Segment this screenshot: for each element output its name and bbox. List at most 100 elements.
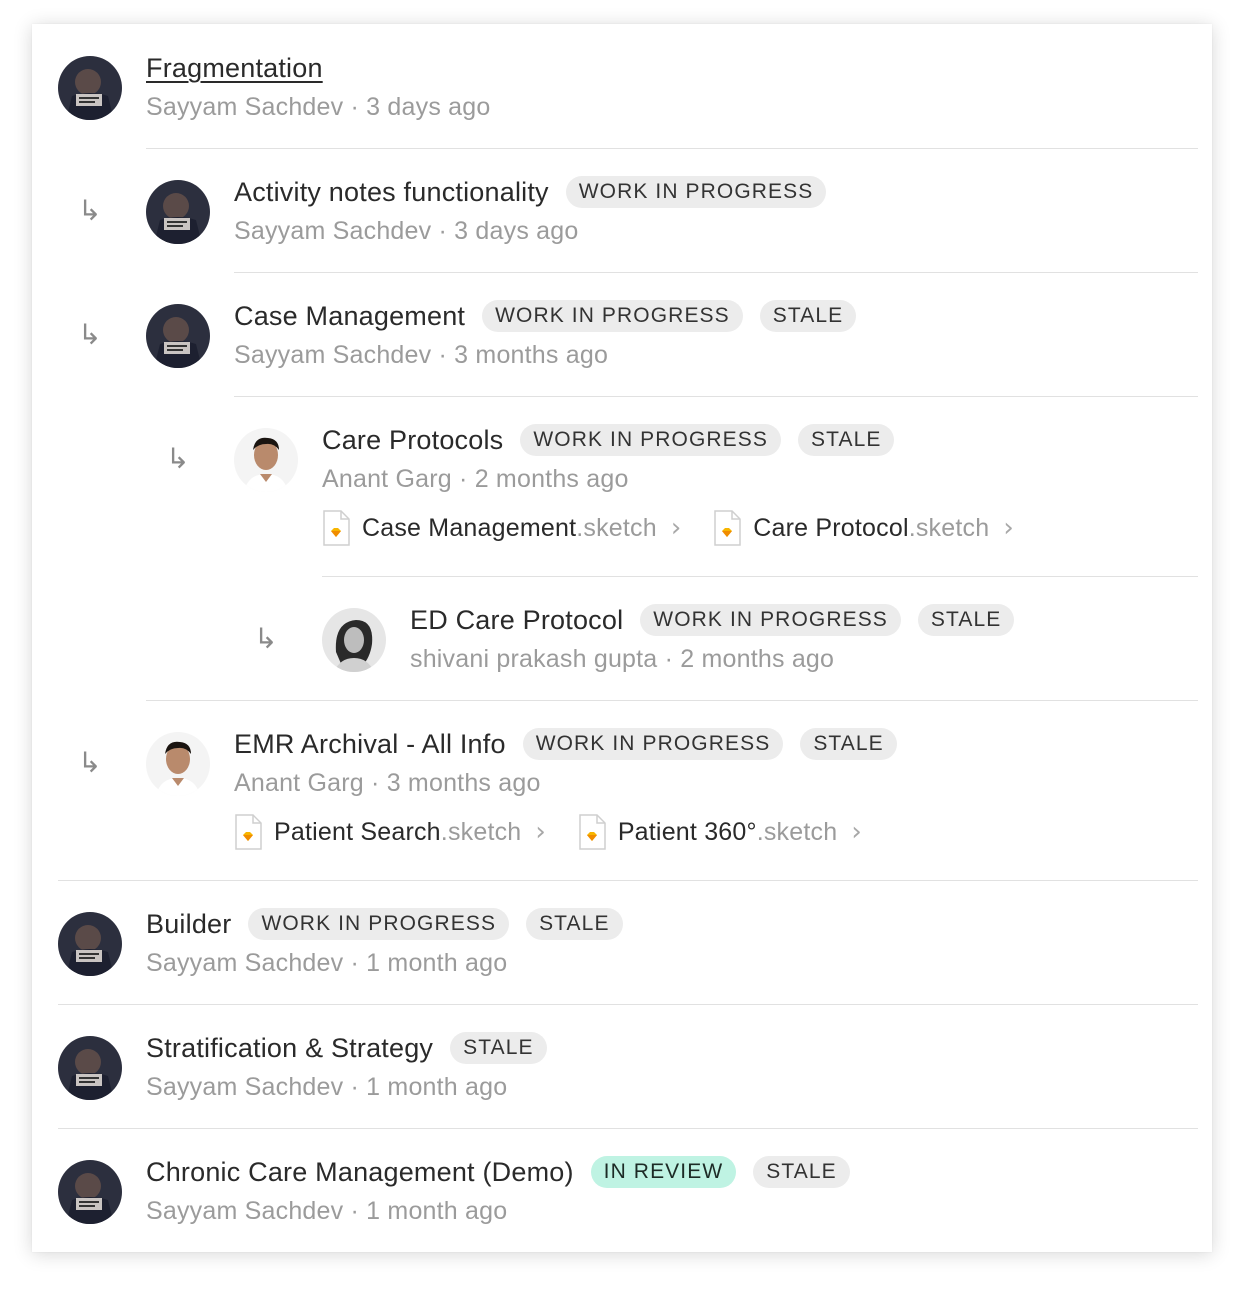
- item-title[interactable]: Activity notes functionality: [234, 175, 549, 209]
- item-meta: Sayyam Sachdev · 1 month ago: [146, 1196, 507, 1226]
- item-title[interactable]: Chronic Care Management (Demo): [146, 1155, 574, 1189]
- item-meta: Sayyam Sachdev · 3 days ago: [146, 92, 491, 122]
- file-extension: .sketch: [440, 817, 522, 846]
- divider: [234, 396, 1198, 397]
- item-time: 3 months ago: [454, 341, 609, 369]
- file-extension: .sketch: [908, 513, 990, 542]
- item-title[interactable]: Case Management: [234, 299, 465, 333]
- item-title[interactable]: EMR Archival - All Info: [234, 727, 506, 761]
- item-meta: Sayyam Sachdev · 1 month ago: [146, 948, 507, 978]
- avatar: [58, 1160, 122, 1224]
- chevron-right-icon: ›: [1003, 513, 1014, 543]
- file-link[interactable]: Case Management .sketch ›: [322, 510, 681, 546]
- divider: [234, 272, 1198, 273]
- child-arrow-icon: ↳: [78, 318, 102, 351]
- chevron-right-icon: ›: [670, 513, 682, 543]
- file-name: Patient Search: [274, 817, 441, 846]
- item-time: 1 month ago: [366, 1197, 508, 1225]
- item-time: 3 months ago: [386, 769, 541, 797]
- status-badge-stale: STALE: [450, 1032, 547, 1064]
- item-meta: Sayyam Sachdev · 1 month ago: [146, 1072, 507, 1102]
- avatar: [146, 304, 210, 368]
- item-author: Sayyam Sachdev: [234, 341, 432, 369]
- divider: [58, 1128, 1198, 1129]
- item-time: 2 months ago: [680, 645, 835, 673]
- item-author: Anant Garg: [322, 465, 452, 493]
- file-name: Care Protocol: [753, 513, 909, 542]
- avatar: [234, 428, 298, 492]
- item-meta: Anant Garg · 2 months ago: [322, 464, 629, 494]
- item-title-line: Case Management WORK IN PROGRESS STALE: [234, 299, 857, 333]
- item-title-line: Stratification & Strategy STALE: [146, 1031, 547, 1065]
- avatar: [146, 732, 210, 796]
- status-badge-stale: STALE: [526, 908, 623, 940]
- item-title-line: Care Protocols WORK IN PROGRESS STALE: [322, 423, 895, 457]
- child-arrow-icon: ↳: [78, 746, 102, 779]
- file-name: Patient 360°: [617, 817, 757, 846]
- item-title[interactable]: ED Care Protocol: [410, 603, 623, 637]
- avatar: [58, 56, 122, 120]
- version-tree-card: Fragmentation Sayyam Sachdev · 3 days ag…: [32, 24, 1212, 1252]
- file-link[interactable]: Patient 360° .sketch ›: [578, 814, 862, 850]
- divider: [146, 148, 1198, 149]
- sketch-file-icon: [714, 510, 741, 546]
- item-time: 2 months ago: [474, 465, 629, 493]
- chevron-right-icon: ›: [851, 817, 862, 847]
- child-arrow-icon: ↳: [254, 622, 278, 655]
- item-title[interactable]: Stratification & Strategy: [146, 1031, 433, 1065]
- meta-separator: ·: [343, 1073, 367, 1101]
- meta-separator: ·: [431, 341, 455, 369]
- item-meta: Sayyam Sachdev · 3 months ago: [234, 340, 608, 370]
- avatar: [58, 1036, 122, 1100]
- item-time: 3 days ago: [366, 93, 491, 121]
- sketch-file-icon: [579, 814, 606, 850]
- divider: [322, 576, 1198, 577]
- item-title[interactable]: Builder: [146, 907, 231, 941]
- item-meta: shivani prakash gupta · 2 months ago: [410, 644, 834, 674]
- chevron-right-icon: ›: [535, 817, 546, 847]
- item-title-line: Builder WORK IN PROGRESS STALE: [146, 907, 623, 941]
- file-link[interactable]: Care Protocol .sketch ›: [713, 510, 1014, 546]
- status-badge-wip: WORK IN PROGRESS: [565, 176, 827, 208]
- avatar: [322, 608, 386, 672]
- item-author: Sayyam Sachdev: [146, 949, 344, 977]
- meta-separator: ·: [657, 645, 681, 673]
- meta-separator: ·: [343, 93, 367, 121]
- item-author: Sayyam Sachdev: [146, 93, 344, 121]
- item-title-line: ED Care Protocol WORK IN PROGRESS STALE: [410, 603, 1015, 637]
- status-badge-wip: WORK IN PROGRESS: [248, 908, 510, 940]
- file-extension: .sketch: [576, 513, 657, 542]
- divider: [146, 700, 1198, 701]
- file-name: Case Management: [362, 513, 577, 542]
- status-badge-stale: STALE: [800, 728, 897, 760]
- item-author: Sayyam Sachdev: [234, 217, 432, 245]
- item-meta: Sayyam Sachdev · 3 days ago: [234, 216, 579, 246]
- item-time: 1 month ago: [366, 1073, 508, 1101]
- meta-separator: ·: [363, 769, 387, 797]
- divider: [58, 1004, 1198, 1005]
- item-author: Anant Garg: [234, 769, 364, 797]
- file-extension: .sketch: [756, 817, 838, 846]
- status-badge-stale: STALE: [917, 604, 1015, 636]
- item-time: 1 month ago: [366, 949, 508, 977]
- item-title-line: EMR Archival - All Info WORK IN PROGRESS…: [234, 727, 897, 761]
- item-title-line: Chronic Care Management (Demo) IN REVIEW…: [146, 1155, 850, 1189]
- item-title-line: Activity notes functionality WORK IN PRO…: [234, 175, 827, 209]
- sketch-file-icon: [323, 510, 350, 546]
- item-title-line: Fragmentation: [146, 51, 323, 85]
- meta-separator: ·: [451, 465, 475, 493]
- status-badge-wip: WORK IN PROGRESS: [522, 728, 784, 760]
- item-author: Sayyam Sachdev: [146, 1073, 344, 1101]
- status-badge-stale: STALE: [753, 1156, 850, 1188]
- item-title-link[interactable]: Fragmentation: [146, 51, 323, 85]
- attached-files: Case Management .sketch › Care Protocol .s…: [322, 510, 1046, 546]
- attached-files: Patient Search .sketch › Patient 360° .ske…: [234, 814, 894, 850]
- item-title[interactable]: Care Protocols: [322, 423, 503, 457]
- avatar: [146, 180, 210, 244]
- meta-separator: ·: [343, 949, 367, 977]
- item-meta: Anant Garg · 3 months ago: [234, 768, 541, 798]
- divider: [58, 880, 1198, 881]
- meta-separator: ·: [431, 217, 455, 245]
- sketch-file-icon: [235, 814, 262, 850]
- file-link[interactable]: Patient Search .sketch ›: [234, 814, 546, 850]
